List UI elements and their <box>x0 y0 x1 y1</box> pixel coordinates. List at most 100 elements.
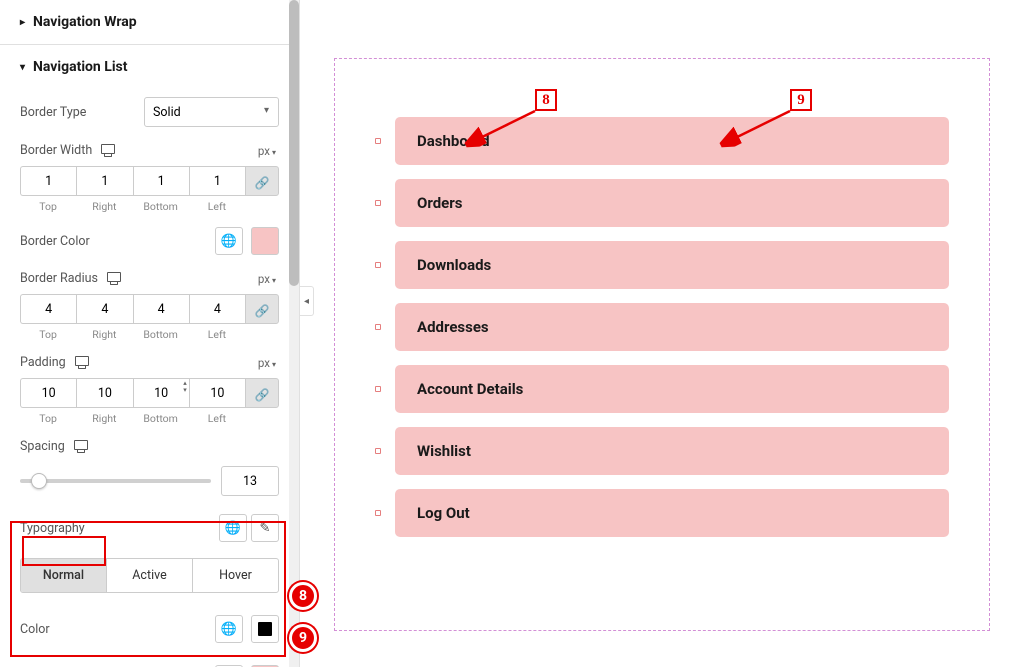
scrollbar-track[interactable] <box>289 0 299 667</box>
bullet-icon <box>375 324 381 330</box>
tab-active[interactable]: Active <box>107 559 193 592</box>
nav-row: Orders <box>375 179 949 227</box>
color-swatch[interactable] <box>251 615 279 643</box>
nav-row: Account Details <box>375 365 949 413</box>
bg-color-row: Background Color <box>0 651 299 667</box>
stepper-arrows[interactable]: ▴▾ <box>183 380 187 394</box>
nav-item-log-out[interactable]: Log Out <box>395 489 949 537</box>
section-navigation-wrap[interactable]: Navigation Wrap <box>0 0 299 44</box>
spacing-slider[interactable] <box>20 479 211 483</box>
padding-header: Padding px <box>0 347 299 378</box>
bullet-icon <box>375 386 381 392</box>
responsive-icon[interactable] <box>75 356 89 366</box>
nav-item-wishlist[interactable]: Wishlist <box>395 427 949 475</box>
spacing-value[interactable] <box>221 466 279 496</box>
color-label: Color <box>20 622 50 637</box>
padding-label: Padding <box>20 355 66 370</box>
nav-item-orders[interactable]: Orders <box>395 179 949 227</box>
border-width-label: Border Width <box>20 143 92 158</box>
border-radius-header: Border Radius px <box>0 263 299 294</box>
padding-inputs: Top Right ▴▾Bottom Left <box>0 378 299 431</box>
link-icon <box>255 384 270 403</box>
link-icon <box>255 172 270 191</box>
border-type-select[interactable]: Solid <box>144 97 279 127</box>
unit-selector[interactable]: px <box>258 272 276 286</box>
state-tabs: Normal Active Hover <box>20 558 279 593</box>
responsive-icon[interactable] <box>107 272 121 282</box>
spacing-slider-row <box>0 462 299 506</box>
bullet-icon <box>375 262 381 268</box>
nav-item-account-details[interactable]: Account Details <box>395 365 949 413</box>
border-color-swatch[interactable] <box>251 227 279 255</box>
bullet-icon <box>375 510 381 516</box>
border-radius-left[interactable] <box>189 294 245 324</box>
callout-box-9: 9 <box>790 89 812 111</box>
spacing-label: Spacing <box>20 439 65 454</box>
link-icon <box>255 300 270 319</box>
border-width-bottom[interactable] <box>133 166 189 196</box>
bullet-icon <box>375 138 381 144</box>
unit-selector[interactable]: px <box>258 144 276 158</box>
link-values-button[interactable] <box>245 294 279 324</box>
border-type-label: Border Type <box>20 105 86 120</box>
callout-box-8: 8 <box>535 89 557 111</box>
border-radius-right[interactable] <box>76 294 132 324</box>
padding-left[interactable] <box>189 378 245 408</box>
global-color-button[interactable] <box>215 615 243 643</box>
globe-icon <box>221 234 237 249</box>
border-width-right[interactable] <box>76 166 132 196</box>
bullet-icon <box>375 448 381 454</box>
nav-row: Addresses <box>375 303 949 351</box>
responsive-icon[interactable] <box>101 144 115 154</box>
bullet-icon <box>375 200 381 206</box>
nav-row: Dashboard <box>375 117 949 165</box>
border-color-label: Border Color <box>20 234 90 249</box>
pencil-icon <box>260 521 271 536</box>
sidebar-collapse-toggle[interactable]: ◂ <box>300 286 314 316</box>
border-width-header: Border Width px <box>0 135 299 166</box>
border-type-row: Border Type Solid <box>0 89 299 135</box>
preview-frame: Dashboard Orders Downloads Addresses Acc… <box>334 58 990 631</box>
spacing-header: Spacing <box>0 431 299 462</box>
border-radius-bottom[interactable] <box>133 294 189 324</box>
edit-typography-button[interactable] <box>251 514 279 542</box>
unit-selector[interactable]: px <box>258 356 276 370</box>
border-width-left[interactable] <box>189 166 245 196</box>
globe-icon <box>225 521 241 536</box>
nav-item-dashboard[interactable]: Dashboard <box>395 117 949 165</box>
scrollbar-thumb[interactable] <box>289 0 299 286</box>
callout-badge-8: 8 <box>289 582 317 610</box>
padding-right[interactable] <box>76 378 132 408</box>
typography-row: Typography <box>0 506 299 550</box>
border-radius-inputs: Top Right Bottom Left <box>0 294 299 347</box>
border-width-inputs: Top Right Bottom Left <box>0 166 299 219</box>
global-typography-button[interactable] <box>219 514 247 542</box>
preview-area: Dashboard Orders Downloads Addresses Acc… <box>300 0 1024 667</box>
global-color-button[interactable] <box>215 227 243 255</box>
slider-handle[interactable] <box>31 473 47 489</box>
nav-row: Log Out <box>375 489 949 537</box>
nav-item-downloads[interactable]: Downloads <box>395 241 949 289</box>
padding-bottom[interactable] <box>133 378 189 408</box>
link-values-button[interactable] <box>245 166 279 196</box>
border-color-row: Border Color <box>0 219 299 263</box>
sidebar: Navigation Wrap Navigation List Border T… <box>0 0 300 667</box>
tab-normal[interactable]: Normal <box>21 559 107 592</box>
globe-icon <box>221 622 237 637</box>
nav-item-addresses[interactable]: Addresses <box>395 303 949 351</box>
nav-row: Downloads <box>375 241 949 289</box>
border-width-top[interactable] <box>20 166 76 196</box>
color-row: Color <box>0 601 299 651</box>
tab-hover[interactable]: Hover <box>193 559 278 592</box>
section-title: Navigation Wrap <box>33 14 137 30</box>
link-values-button[interactable] <box>245 378 279 408</box>
border-radius-label: Border Radius <box>20 271 98 286</box>
callout-badge-9: 9 <box>289 624 317 652</box>
border-radius-top[interactable] <box>20 294 76 324</box>
border-type-select-wrap: Solid <box>144 97 279 127</box>
responsive-icon[interactable] <box>74 440 88 450</box>
section-navigation-list[interactable]: Navigation List <box>0 45 299 89</box>
section-title: Navigation List <box>33 59 127 75</box>
padding-top[interactable] <box>20 378 76 408</box>
nav-row: Wishlist <box>375 427 949 475</box>
